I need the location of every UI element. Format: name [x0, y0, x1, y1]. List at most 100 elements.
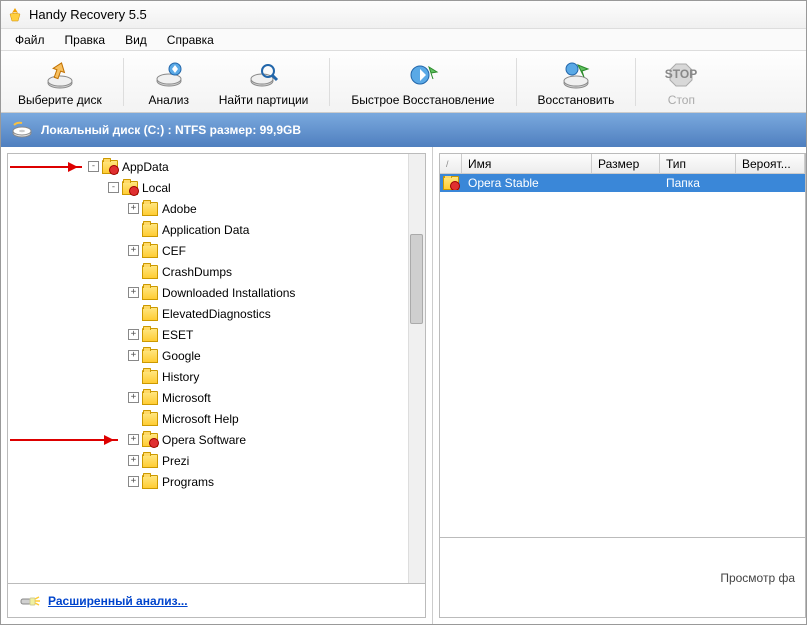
scrollbar-thumb[interactable] [410, 234, 423, 324]
expand-icon[interactable]: + [128, 350, 139, 361]
tree-node-label: Microsoft [162, 391, 211, 405]
restore-button[interactable]: Восстановить [527, 56, 626, 110]
folder-icon [142, 265, 158, 279]
analyze-icon [153, 59, 185, 91]
expand-icon[interactable]: + [128, 392, 139, 403]
disk-header-text: Локальный диск (C:) : NTFS размер: 99,9G… [41, 123, 301, 137]
folder-icon [142, 454, 158, 468]
folder-recoverable-icon [102, 160, 118, 174]
menu-file[interactable]: Файл [5, 31, 55, 49]
tree-node-label: Application Data [162, 223, 249, 237]
quick-restore-button[interactable]: Быстрое Восстановление [340, 56, 505, 110]
stop-label: Стоп [668, 93, 695, 107]
cell-type: Папка [660, 176, 736, 190]
tree-node-label: Opera Software [162, 433, 246, 447]
tree-node-label: History [162, 370, 199, 384]
stop-button[interactable]: STOP Стоп [646, 56, 716, 110]
folder-recoverable-icon [440, 176, 462, 190]
tree-node[interactable]: + Adobe [10, 198, 425, 219]
select-disk-label: Выберите диск [18, 93, 102, 107]
folder-icon [142, 412, 158, 426]
quick-restore-icon [407, 59, 439, 91]
right-pane: / Имя Размер Тип Вероят... Opera Stable П… [433, 147, 806, 624]
expand-icon[interactable]: + [128, 287, 139, 298]
tree-view[interactable]: -AppData-Local+AdobeApplication Data+CEF… [7, 153, 426, 584]
collapse-icon[interactable]: - [88, 161, 99, 172]
advanced-analysis-link[interactable]: Расширенный анализ... [48, 594, 188, 608]
svg-text:STOP: STOP [665, 67, 697, 81]
column-probability[interactable]: Вероят... [736, 154, 805, 173]
tree-node[interactable]: CrashDumps [10, 261, 425, 282]
tree-node[interactable]: +Prezi [10, 450, 425, 471]
scrollbar-track[interactable] [408, 154, 425, 583]
quick-restore-label: Быстрое Восстановление [351, 93, 494, 107]
find-partitions-icon [248, 59, 280, 91]
collapse-icon[interactable]: - [108, 182, 119, 193]
folder-recoverable-icon [142, 433, 158, 447]
tree-node[interactable]: Application Data [10, 219, 425, 240]
restore-icon [560, 59, 592, 91]
flashlight-icon [18, 590, 40, 612]
column-name[interactable]: Имя [462, 154, 592, 173]
folder-icon [142, 391, 158, 405]
tree-node[interactable]: Microsoft Help [10, 408, 425, 429]
find-partitions-button[interactable]: Найти партиции [208, 56, 320, 110]
tree-node[interactable]: History [10, 366, 425, 387]
tree-node-label: CEF [162, 244, 186, 258]
annotation-arrow [10, 166, 82, 168]
cell-name: Opera Stable [462, 176, 592, 190]
folder-icon [142, 370, 158, 384]
toolbar-separator [329, 58, 330, 106]
tree-node-label: Adobe [162, 202, 197, 216]
expand-icon[interactable]: + [128, 329, 139, 340]
column-sort[interactable]: / [440, 154, 462, 173]
expand-icon[interactable]: + [128, 245, 139, 256]
tree-node[interactable]: +ESET [10, 324, 425, 345]
expand-icon[interactable]: + [128, 434, 139, 445]
select-disk-button[interactable]: Выберите диск [7, 56, 113, 110]
tree-node-label: ElevatedDiagnostics [162, 307, 271, 321]
file-list[interactable]: / Имя Размер Тип Вероят... Opera Stable П… [439, 153, 806, 538]
main-area: -AppData-Local+AdobeApplication Data+CEF… [1, 147, 806, 624]
tree-node-label: Microsoft Help [162, 412, 239, 426]
tree-node[interactable]: -Local [10, 177, 425, 198]
folder-icon [142, 307, 158, 321]
column-size[interactable]: Размер [592, 154, 660, 173]
folder-icon [142, 349, 158, 363]
find-partitions-label: Найти партиции [219, 93, 309, 107]
menu-bar: Файл Правка Вид Справка [1, 29, 806, 51]
tree-node-label: Downloaded Installations [162, 286, 295, 300]
tree-node[interactable]: + CEF [10, 240, 425, 261]
menu-help[interactable]: Справка [157, 31, 224, 49]
tree-node[interactable]: ElevatedDiagnostics [10, 303, 425, 324]
list-row[interactable]: Opera Stable Папка [440, 174, 805, 192]
folder-icon [142, 202, 158, 216]
tree-node[interactable]: + Microsoft [10, 387, 425, 408]
menu-view[interactable]: Вид [115, 31, 157, 49]
app-logo-icon [7, 7, 23, 23]
left-pane: -AppData-Local+AdobeApplication Data+CEF… [1, 147, 433, 624]
tree-node[interactable]: + Programs [10, 471, 425, 492]
restore-label: Восстановить [538, 93, 615, 107]
tree-node[interactable]: + Downloaded Installations [10, 282, 425, 303]
select-disk-icon [44, 59, 76, 91]
analyze-button[interactable]: Анализ [134, 56, 204, 110]
column-type[interactable]: Тип [660, 154, 736, 173]
folder-icon [142, 328, 158, 342]
tree-node[interactable]: + Google [10, 345, 425, 366]
tree-node-label: Google [162, 349, 201, 363]
advanced-analysis-bar: Расширенный анализ... [7, 584, 426, 618]
toolbar-separator [123, 58, 124, 106]
disk-header: Локальный диск (C:) : NTFS размер: 99,9G… [1, 113, 806, 147]
analyze-label: Анализ [148, 93, 189, 107]
toolbar-separator [635, 58, 636, 106]
menu-edit[interactable]: Правка [55, 31, 116, 49]
toolbar-separator [516, 58, 517, 106]
expand-icon[interactable]: + [128, 203, 139, 214]
folder-icon [142, 223, 158, 237]
tree-node-label: Programs [162, 475, 214, 489]
folder-icon [142, 286, 158, 300]
expand-icon[interactable]: + [128, 455, 139, 466]
expand-icon[interactable]: + [128, 476, 139, 487]
toolbar: Выберите диск Анализ Найти партиции Быст… [1, 51, 806, 113]
